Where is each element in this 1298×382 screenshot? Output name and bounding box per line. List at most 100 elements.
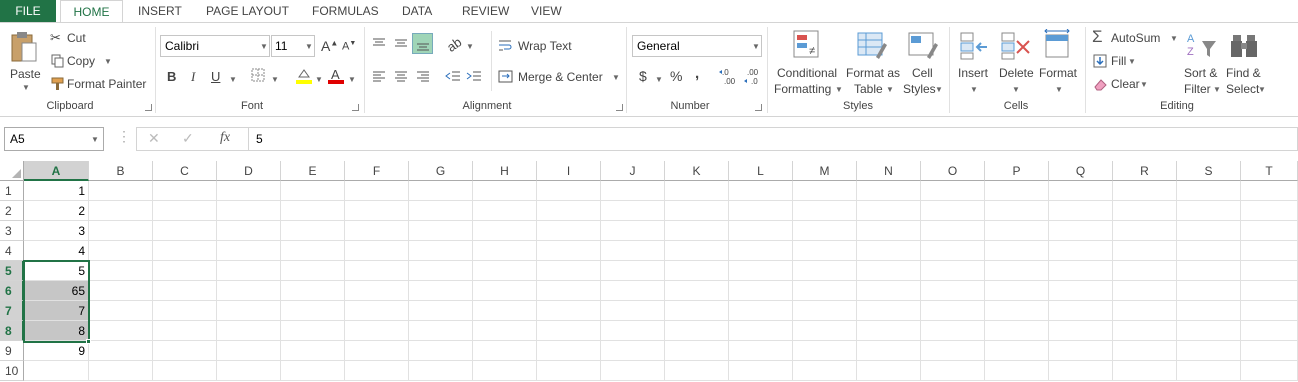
cell-k5[interactable] xyxy=(665,261,729,281)
orientation-icon[interactable]: ab xyxy=(444,34,464,55)
cell-k3[interactable] xyxy=(665,221,729,241)
cell-d5[interactable] xyxy=(217,261,281,281)
cell-t3[interactable] xyxy=(1241,221,1298,241)
cell-e7[interactable] xyxy=(281,301,345,321)
cell-j4[interactable] xyxy=(601,241,665,261)
percent-button[interactable]: % xyxy=(670,68,682,84)
cell-m2[interactable] xyxy=(793,201,857,221)
cell-r6[interactable] xyxy=(1113,281,1177,301)
column-header-d[interactable]: D xyxy=(217,161,281,181)
align-center-icon[interactable] xyxy=(394,70,408,82)
cell-q9[interactable] xyxy=(1049,341,1113,361)
tab-formulas[interactable]: FORMULAS xyxy=(312,0,379,22)
format-cells-button[interactable]: Format ▼ xyxy=(1038,27,1080,97)
align-left-icon[interactable] xyxy=(372,70,386,82)
cell-r2[interactable] xyxy=(1113,201,1177,221)
cell-s6[interactable] xyxy=(1177,281,1241,301)
cell-s10[interactable] xyxy=(1177,361,1241,381)
cell-c7[interactable] xyxy=(153,301,217,321)
cell-b7[interactable] xyxy=(89,301,153,321)
cell-d3[interactable] xyxy=(217,221,281,241)
cell-k2[interactable] xyxy=(665,201,729,221)
cell-n5[interactable] xyxy=(857,261,921,281)
cell-f9[interactable] xyxy=(345,341,409,361)
cell-g1[interactable] xyxy=(409,181,473,201)
cell-o3[interactable] xyxy=(921,221,985,241)
cell-e6[interactable] xyxy=(281,281,345,301)
find-select-button[interactable]: Find & Select ▼ xyxy=(1224,27,1266,97)
cell-d1[interactable] xyxy=(217,181,281,201)
cell-d7[interactable] xyxy=(217,301,281,321)
cell-h2[interactable] xyxy=(473,201,537,221)
cell-j8[interactable] xyxy=(601,321,665,341)
format-as-table-button[interactable]: Format as Table ▼ xyxy=(844,27,902,97)
cell-styles-button[interactable]: Cell Styles ▼ xyxy=(903,27,945,97)
cell-t4[interactable] xyxy=(1241,241,1298,261)
column-header-e[interactable]: E xyxy=(281,161,345,181)
cell-q8[interactable] xyxy=(1049,321,1113,341)
cell-f8[interactable] xyxy=(345,321,409,341)
number-format-dropdown[interactable]: General ▼ xyxy=(632,35,762,57)
cell-d9[interactable] xyxy=(217,341,281,361)
cell-n9[interactable] xyxy=(857,341,921,361)
underline-button[interactable]: U xyxy=(211,69,220,84)
cell-k4[interactable] xyxy=(665,241,729,261)
cell-i2[interactable] xyxy=(537,201,601,221)
column-header-s[interactable]: S xyxy=(1177,161,1241,181)
align-middle-icon[interactable] xyxy=(394,37,408,49)
cell-p7[interactable] xyxy=(985,301,1049,321)
cell-b3[interactable] xyxy=(89,221,153,241)
cell-g9[interactable] xyxy=(409,341,473,361)
decrease-decimal-icon[interactable]: .00.0 xyxy=(743,67,765,85)
column-header-r[interactable]: R xyxy=(1113,161,1177,181)
column-header-h[interactable]: H xyxy=(473,161,537,181)
cell-d6[interactable] xyxy=(217,281,281,301)
cell-i8[interactable] xyxy=(537,321,601,341)
increase-font-icon[interactable]: A▲ xyxy=(321,38,338,54)
cell-a10[interactable] xyxy=(24,361,89,381)
cell-j1[interactable] xyxy=(601,181,665,201)
cell-k8[interactable] xyxy=(665,321,729,341)
cell-m8[interactable] xyxy=(793,321,857,341)
alignment-launcher-icon[interactable] xyxy=(616,104,623,111)
cell-s5[interactable] xyxy=(1177,261,1241,281)
cell-g2[interactable] xyxy=(409,201,473,221)
cell-i4[interactable] xyxy=(537,241,601,261)
clipboard-launcher-icon[interactable] xyxy=(145,104,152,111)
cell-s3[interactable] xyxy=(1177,221,1241,241)
cell-t1[interactable] xyxy=(1241,181,1298,201)
cell-e1[interactable] xyxy=(281,181,345,201)
cell-t9[interactable] xyxy=(1241,341,1298,361)
cell-s7[interactable] xyxy=(1177,301,1241,321)
tab-home[interactable]: HOME xyxy=(60,0,123,23)
cell-l2[interactable] xyxy=(729,201,793,221)
fill-color-icon[interactable] xyxy=(295,67,313,85)
column-header-l[interactable]: L xyxy=(729,161,793,181)
column-header-n[interactable]: N xyxy=(857,161,921,181)
cell-l1[interactable] xyxy=(729,181,793,201)
cell-j3[interactable] xyxy=(601,221,665,241)
cell-b9[interactable] xyxy=(89,341,153,361)
cell-h5[interactable] xyxy=(473,261,537,281)
name-box[interactable]: A5 ▼ xyxy=(4,127,104,151)
cell-q3[interactable] xyxy=(1049,221,1113,241)
cell-l4[interactable] xyxy=(729,241,793,261)
tab-review[interactable]: REVIEW xyxy=(462,0,509,22)
cell-l7[interactable] xyxy=(729,301,793,321)
cell-f2[interactable] xyxy=(345,201,409,221)
cell-r10[interactable] xyxy=(1113,361,1177,381)
number-launcher-icon[interactable] xyxy=(755,104,762,111)
row-header-7[interactable]: 7 xyxy=(0,301,24,321)
cell-r5[interactable] xyxy=(1113,261,1177,281)
cell-h8[interactable] xyxy=(473,321,537,341)
cell-e9[interactable] xyxy=(281,341,345,361)
cell-b1[interactable] xyxy=(89,181,153,201)
cell-i6[interactable] xyxy=(537,281,601,301)
font-size-dropdown[interactable]: 11 ▼ xyxy=(271,35,315,57)
cell-e2[interactable] xyxy=(281,201,345,221)
cell-t8[interactable] xyxy=(1241,321,1298,341)
align-top-icon[interactable] xyxy=(372,37,386,49)
enter-icon[interactable]: ✓ xyxy=(182,130,194,147)
cell-f7[interactable] xyxy=(345,301,409,321)
comma-button[interactable]: , xyxy=(695,65,699,82)
